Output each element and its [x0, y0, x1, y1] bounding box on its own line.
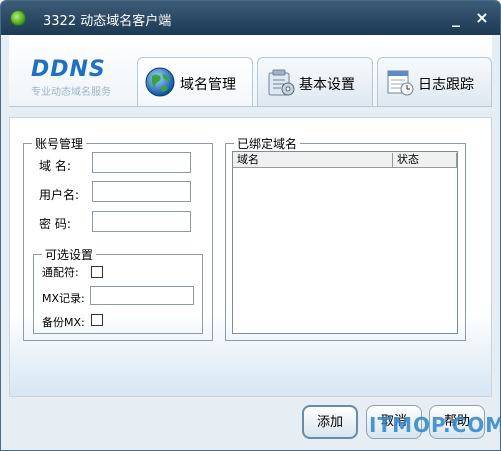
tab-label: 基本设置 — [299, 77, 355, 93]
group-legend: 账号管理 — [35, 137, 84, 151]
column-header-status[interactable]: 状态 — [393, 153, 457, 167]
wildcard-label: 通配符: — [42, 266, 79, 279]
tab-label: 日志跟踪 — [418, 77, 474, 93]
username-input[interactable] — [92, 181, 191, 202]
wildcard-checkbox[interactable] — [91, 266, 103, 278]
watermark: ITMOP.COM — [369, 413, 501, 437]
tab-basic-settings[interactable]: 基本设置 — [257, 57, 373, 107]
domain-input[interactable] — [92, 152, 191, 173]
list-header: 域名 状态 — [233, 152, 457, 168]
close-button[interactable]: × — [472, 8, 492, 28]
brand: DDNS 专业动态域名服务 — [31, 57, 131, 98]
username-label: 用户名: — [39, 188, 80, 202]
tab-label: 域名管理 — [180, 77, 236, 93]
mx-record-label: MX记录: — [42, 292, 85, 305]
tab-domain-management[interactable]: 域名管理 — [137, 57, 253, 107]
group-legend: 可选设置 — [45, 248, 94, 262]
mx-record-input[interactable] — [90, 286, 194, 305]
backup-mx-label: 备份MX: — [42, 316, 85, 329]
header: DDNS 专业动态域名服务 域名管理 基本设置 日志跟踪 — [9, 35, 492, 107]
tab-log-tracking[interactable]: 日志跟踪 — [377, 57, 492, 107]
brand-tagline: 专业动态域名服务 — [31, 87, 111, 98]
add-button[interactable]: 添加 — [302, 405, 358, 439]
brand-logo: DDNS — [31, 57, 106, 82]
title-bar[interactable]: 3322 动态域名客户端 _ × — [1, 1, 500, 35]
globe-icon — [145, 67, 175, 97]
app-icon — [10, 10, 26, 26]
settings-icon — [268, 69, 295, 96]
log-icon — [387, 70, 414, 96]
password-input[interactable] — [92, 211, 191, 232]
app-window: 3322 动态域名客户端 _ × DDNS 专业动态域名服务 域名管理 基本设置… — [0, 0, 501, 451]
header-divider — [9, 106, 492, 107]
password-label: 密 码: — [39, 217, 71, 231]
group-legend: 已绑定域名 — [237, 137, 298, 151]
minimize-button[interactable]: _ — [446, 8, 466, 28]
backup-mx-checkbox[interactable] — [91, 314, 103, 326]
window-title: 3322 动态域名客户端 — [43, 14, 172, 29]
domain-label: 域 名: — [39, 159, 71, 173]
bound-domains-list[interactable]: 域名 状态 — [232, 151, 458, 334]
column-header-domain[interactable]: 域名 — [233, 153, 393, 167]
